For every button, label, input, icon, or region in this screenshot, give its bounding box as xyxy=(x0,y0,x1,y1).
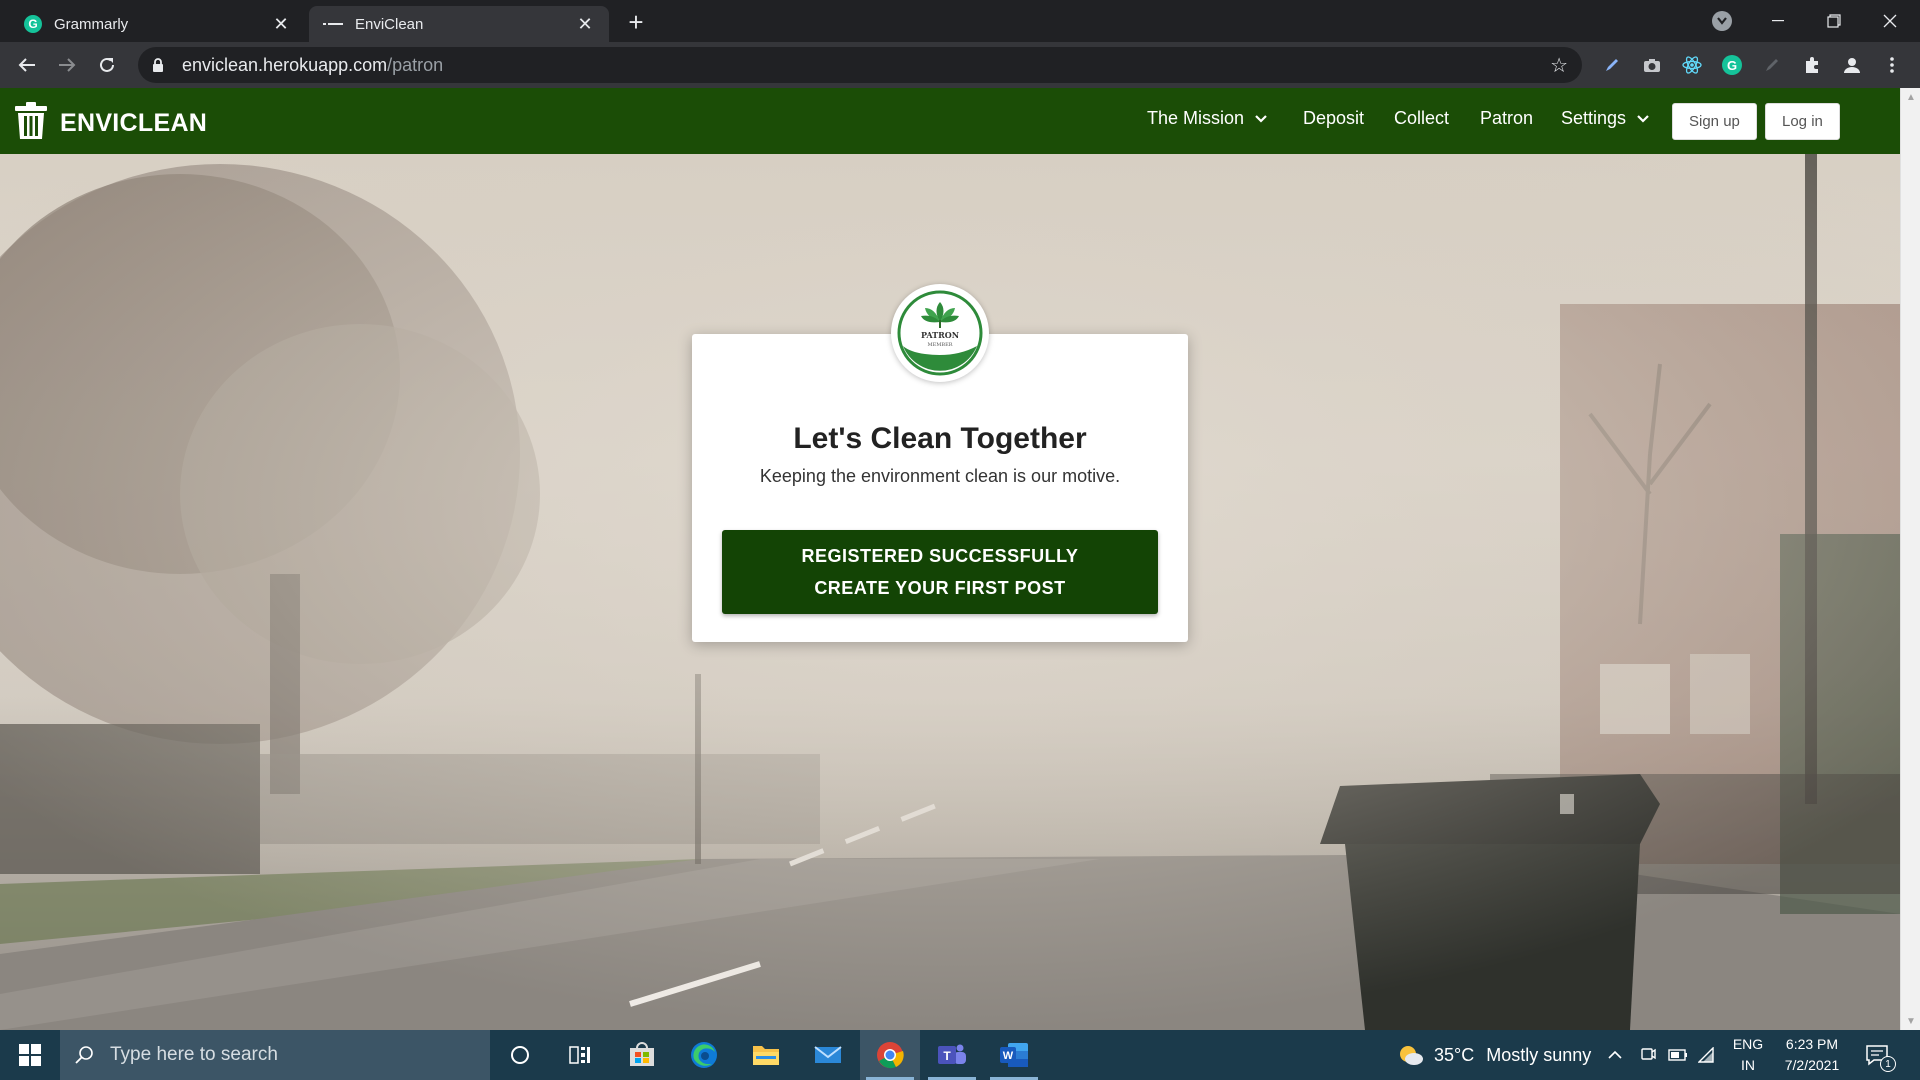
react-extension-icon[interactable] xyxy=(1680,53,1704,77)
dash-icon xyxy=(323,15,343,33)
svg-text:T: T xyxy=(943,1049,951,1063)
brand-name: ENVICLEAN xyxy=(60,109,208,137)
card-title: Let's Clean Together xyxy=(793,422,1087,455)
taskbar-search-box[interactable]: Type here to search xyxy=(60,1030,490,1080)
tab-enviclean[interactable]: EnviClean ✕ xyxy=(309,6,609,42)
task-view-icon[interactable] xyxy=(550,1030,610,1080)
nav-settings-label: Settings xyxy=(1561,108,1627,128)
trash-can-icon xyxy=(14,102,48,145)
tab-title: EnviClean xyxy=(355,15,424,33)
chrome-icon[interactable] xyxy=(860,1030,920,1080)
language-code: ENG xyxy=(1732,1036,1764,1052)
weather-temperature: 35°C xyxy=(1434,1044,1475,1065)
windows-taskbar: Type here to search T W 35°C Mostly sunn… xyxy=(0,1030,1920,1080)
tab-search-icon[interactable] xyxy=(1712,11,1732,31)
brand-logo[interactable]: ENVICLEAN xyxy=(14,102,207,145)
word-icon[interactable]: W xyxy=(984,1030,1044,1080)
meet-now-icon[interactable] xyxy=(1640,1030,1656,1080)
close-icon[interactable]: ✕ xyxy=(271,14,291,34)
site-navbar: ENVICLEAN The Mission Deposit Collect Pa… xyxy=(0,88,1900,154)
profile-icon[interactable] xyxy=(1840,53,1864,77)
notification-count: 1 xyxy=(1880,1056,1896,1072)
weather-widget[interactable]: 35°C Mostly sunny xyxy=(1398,1030,1591,1080)
new-tab-button[interactable]: + xyxy=(622,7,650,37)
page-scrollbar[interactable]: ▲ ▼ xyxy=(1900,88,1920,1030)
pen-extension-icon[interactable] xyxy=(1600,53,1624,77)
nav-collect[interactable]: Collect xyxy=(1394,108,1449,129)
nav-patron[interactable]: Patron xyxy=(1480,108,1533,129)
notification-icon: 1 xyxy=(1866,1044,1896,1072)
nav-deposit[interactable]: Deposit xyxy=(1303,108,1364,129)
battery-icon[interactable] xyxy=(1668,1030,1688,1080)
browser-menu-icon[interactable] xyxy=(1880,53,1904,77)
browser-toolbar: enviclean.herokuapp.com/patron ☆ G xyxy=(0,42,1920,88)
patron-badge-emblem: PATRON MEMBER xyxy=(897,290,983,376)
page-viewport: ENVICLEAN The Mission Deposit Collect Pa… xyxy=(0,88,1900,1030)
file-explorer-icon[interactable] xyxy=(736,1030,796,1080)
nav-settings[interactable]: Settings xyxy=(1561,108,1650,129)
notifications-button[interactable]: 1 xyxy=(1866,1030,1896,1080)
language-indicator[interactable]: ENG IN xyxy=(1728,1034,1768,1076)
lock-icon xyxy=(152,57,168,73)
create-first-post-button[interactable]: REGISTERED SUCCESSFULLY CREATE YOUR FIRS… xyxy=(722,530,1158,614)
start-button[interactable] xyxy=(0,1030,60,1080)
cta-line-1: REGISTERED SUCCESSFULLY xyxy=(801,546,1079,566)
chevron-down-icon xyxy=(1254,112,1268,126)
reload-button[interactable] xyxy=(93,51,121,79)
scroll-up-arrow-icon[interactable]: ▲ xyxy=(1901,88,1920,106)
weather-description: Mostly sunny xyxy=(1486,1044,1592,1065)
nav-the-mission-label: The Mission xyxy=(1147,108,1245,128)
windows-logo-icon xyxy=(19,1044,41,1066)
teams-icon[interactable]: T xyxy=(922,1030,982,1080)
back-button[interactable] xyxy=(13,51,41,79)
badge-text-bottom: MEMBER xyxy=(928,342,953,348)
search-placeholder: Type here to search xyxy=(110,1044,278,1065)
close-icon[interactable]: ✕ xyxy=(575,14,595,34)
cortana-icon[interactable] xyxy=(490,1030,550,1080)
signup-button[interactable]: Sign up xyxy=(1672,103,1757,140)
show-hidden-icons-button[interactable] xyxy=(1608,1030,1622,1080)
clock-time: 6:23 PM xyxy=(1785,1036,1839,1052)
badge-text-top: PATRON xyxy=(921,330,959,340)
login-button[interactable]: Log in xyxy=(1765,103,1840,140)
close-window-button[interactable] xyxy=(1862,0,1918,42)
svg-text:W: W xyxy=(1003,1050,1014,1062)
wifi-icon[interactable] xyxy=(1698,1030,1716,1080)
address-bar[interactable]: enviclean.herokuapp.com/patron ☆ xyxy=(138,47,1582,83)
tab-title: Grammarly xyxy=(54,15,129,33)
nav-the-mission[interactable]: The Mission xyxy=(1147,108,1268,129)
region-code: IN xyxy=(1741,1057,1755,1073)
system-clock[interactable]: 6:23 PM 7/2/2021 xyxy=(1768,1034,1856,1076)
restore-button[interactable] xyxy=(1806,0,1862,42)
scroll-down-arrow-icon[interactable]: ▼ xyxy=(1901,1012,1920,1030)
chevron-up-icon xyxy=(1608,1050,1622,1059)
forward-button[interactable] xyxy=(53,51,81,79)
edge-browser-icon[interactable] xyxy=(674,1030,734,1080)
extensions-puzzle-icon[interactable] xyxy=(1800,53,1824,77)
tab-grammarly[interactable]: G Grammarly ✕ xyxy=(10,6,305,42)
grammarly-icon: G xyxy=(24,15,42,33)
camera-extension-icon[interactable] xyxy=(1640,53,1664,77)
mail-icon[interactable] xyxy=(798,1030,858,1080)
card-subtitle: Keeping the environment clean is our mot… xyxy=(759,466,1121,486)
url-host: enviclean.herokuapp.com xyxy=(182,54,388,75)
search-icon xyxy=(74,1045,94,1065)
patron-member-badge: PATRON MEMBER xyxy=(891,284,989,382)
grammarly-extension-icon[interactable]: G xyxy=(1720,53,1744,77)
clock-date: 7/2/2021 xyxy=(1784,1057,1840,1073)
disabled-pen-extension-icon[interactable] xyxy=(1760,53,1784,77)
cta-line-2: CREATE YOUR FIRST POST xyxy=(814,578,1066,598)
bookmark-star-icon[interactable]: ☆ xyxy=(1550,53,1568,78)
microsoft-store-icon[interactable] xyxy=(612,1030,672,1080)
browser-tab-strip: G Grammarly ✕ EnviClean ✕ + xyxy=(0,0,1920,42)
chevron-down-icon xyxy=(1636,112,1650,126)
minimize-button[interactable] xyxy=(1750,0,1806,42)
partly-sunny-icon xyxy=(1398,1044,1424,1066)
url-path: /patron xyxy=(387,54,444,75)
